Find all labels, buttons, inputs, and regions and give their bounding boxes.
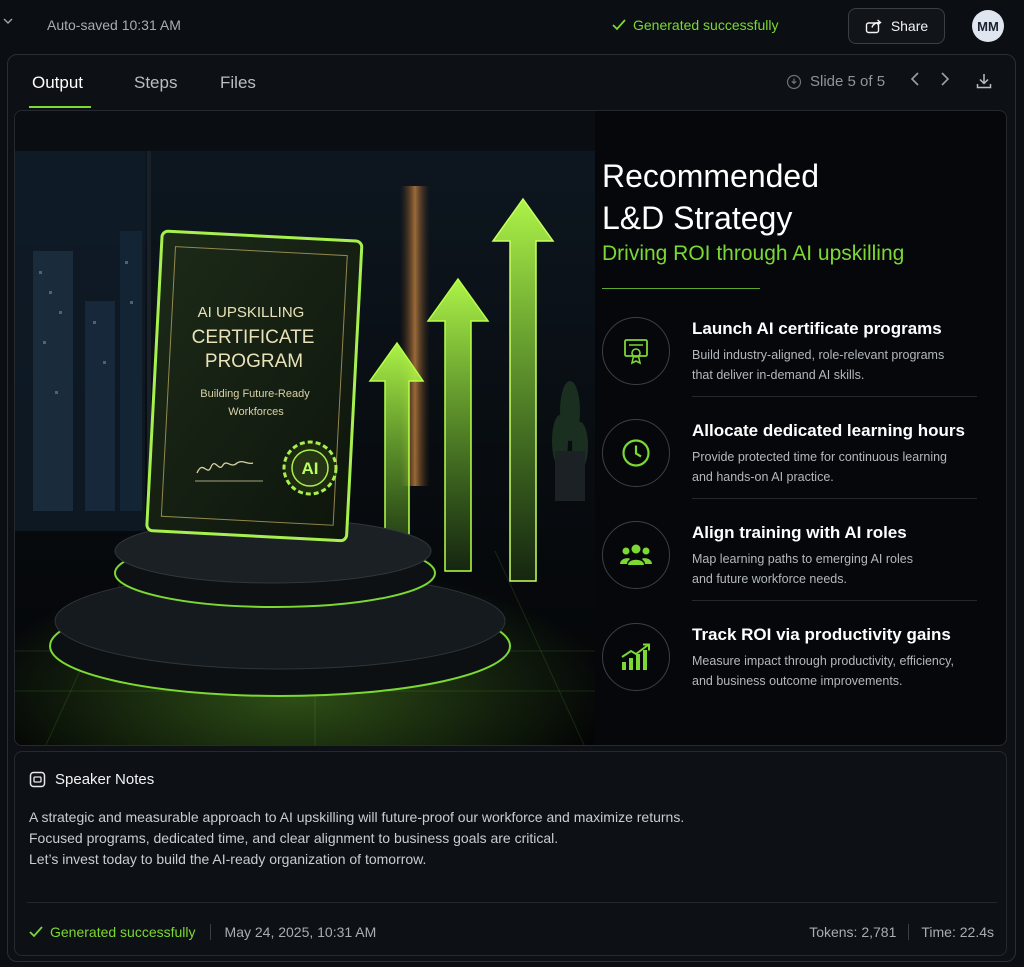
strategy-item-description: Provide protected time for continuous le… [692, 447, 992, 487]
tab-files[interactable]: Files [220, 73, 256, 93]
strategy-item-description: Map learning paths to emerging AI roles … [692, 549, 992, 589]
slide-indicator: Slide 5 of 5 [786, 73, 885, 90]
notes-line: Let’s invest today to build the AI-ready… [29, 851, 427, 867]
description-line: Provide protected time for continuous le… [692, 450, 948, 464]
speaker-notes-panel: Speaker Notes A strategic and measurable… [14, 751, 1007, 956]
certificate-hero-image: AI UPSKILLING CERTIFICATE PROGRAM Buildi… [15, 111, 595, 745]
notes-line: A strategic and measurable approach to A… [29, 809, 685, 825]
token-count: Tokens: 2,781 [809, 924, 897, 940]
slide-preview: AI UPSKILLING CERTIFICATE PROGRAM Buildi… [14, 110, 1007, 746]
tab-bar: Output Steps Files Slide 5 of 5 [8, 55, 1015, 109]
certificate-line1: AI UPSKILLING [198, 304, 305, 321]
top-bar: Auto-saved 10:31 AM Generated successful… [0, 0, 1024, 52]
slide-counter: Slide 5 of 5 [810, 73, 886, 90]
strategy-item-description: Measure impact through productivity, eff… [692, 651, 992, 691]
chevron-left-icon [910, 72, 919, 86]
notes-line: Focused programs, dedicated time, and cl… [29, 830, 559, 846]
strategy-item-ai-roles: Align training with AI roles Map learnin… [600, 511, 992, 611]
output-panel: Output Steps Files Slide 5 of 5 AI UPSKI… [7, 54, 1016, 962]
description-line: Map learning paths to emerging AI roles [692, 552, 913, 566]
strategy-item-description: Build industry-aligned, role-relevant pr… [692, 345, 992, 385]
separator [908, 924, 910, 940]
generation-metrics: Tokens: 2,781 Time: 22.4s [809, 924, 994, 940]
download-button[interactable] [975, 72, 993, 95]
title-divider [602, 288, 760, 289]
avatar[interactable]: MM [972, 10, 1004, 42]
generation-status-label: Generated successfully [633, 17, 779, 33]
check-icon [29, 926, 43, 938]
certificate-icon [602, 317, 670, 385]
divider [27, 902, 997, 903]
strategy-item-title: Track ROI via productivity gains [692, 625, 951, 644]
share-label: Share [890, 18, 929, 34]
share-button[interactable]: Share [848, 8, 945, 44]
description-line: and future workforce needs. [692, 572, 847, 586]
certificate-line3: PROGRAM [205, 351, 303, 372]
description-line: Build industry-aligned, role-relevant pr… [692, 348, 945, 362]
seal-label: AI [302, 459, 319, 478]
certificate-line2: CERTIFICATE [192, 327, 315, 348]
ai-seal-badge: AI [282, 440, 338, 496]
divider [692, 498, 977, 499]
slide-subtitle: Driving ROI through AI upskilling [602, 242, 905, 265]
footer-status: Generated successfully May 24, 2025, 10:… [29, 924, 376, 940]
strategy-item-title: Allocate dedicated learning hours [692, 421, 966, 440]
generation-time: Time: 22.4s [921, 924, 994, 940]
growth-chart-icon [602, 623, 670, 691]
tab-output[interactable]: Output [32, 73, 83, 93]
slide-title: Recommended L&D Strategy [602, 155, 982, 239]
speaker-notes-header: Speaker Notes [29, 771, 154, 788]
slide-title-line1: Recommended [602, 158, 819, 194]
tab-steps[interactable]: Steps [134, 73, 177, 93]
check-icon [612, 19, 626, 31]
divider [692, 396, 977, 397]
strategy-item-title: Launch AI certificate programs [692, 319, 942, 338]
next-slide-button[interactable] [940, 71, 950, 92]
generation-status: Generated successfully [29, 924, 196, 940]
certificate-tagline2: Workforces [228, 406, 284, 418]
speaker-notes-text[interactable]: A strategic and measurable approach to A… [29, 807, 989, 870]
certificate-tagline1: Building Future-Ready [200, 388, 310, 400]
speaker-notes-title: Speaker Notes [55, 771, 155, 788]
slide-status-icon [786, 74, 802, 89]
notes-icon [29, 771, 46, 788]
team-icon [602, 521, 670, 589]
description-line: Measure impact through productivity, eff… [692, 654, 954, 668]
slide-title-line2: L&D Strategy [602, 200, 793, 236]
separator [209, 924, 211, 940]
previous-slide-button[interactable] [910, 71, 920, 92]
generation-status: Generated successfully [612, 17, 779, 33]
generation-status-label: Generated successfully [50, 924, 196, 940]
download-icon [976, 74, 992, 89]
clock-icon [602, 419, 670, 487]
generated-timestamp: May 24, 2025, 10:31 AM [224, 924, 377, 940]
description-line: that deliver in-demand AI skills. [692, 368, 865, 382]
chevron-right-icon [941, 72, 950, 86]
share-icon [865, 19, 882, 34]
chevron-down-icon[interactable] [2, 14, 14, 29]
strategy-item-title: Align training with AI roles [692, 523, 907, 542]
strategy-item-certificates: Launch AI certificate programs Build ind… [600, 307, 992, 407]
strategy-item-learning-hours: Allocate dedicated learning hours Provid… [600, 409, 992, 509]
autosave-status: Auto-saved 10:31 AM [47, 17, 181, 33]
description-line: and business outcome improvements. [692, 674, 903, 688]
strategy-item-roi: Track ROI via productivity gains Measure… [600, 613, 992, 713]
active-tab-indicator [29, 106, 91, 108]
divider [692, 600, 977, 601]
description-line: and hands-on AI practice. [692, 470, 834, 484]
